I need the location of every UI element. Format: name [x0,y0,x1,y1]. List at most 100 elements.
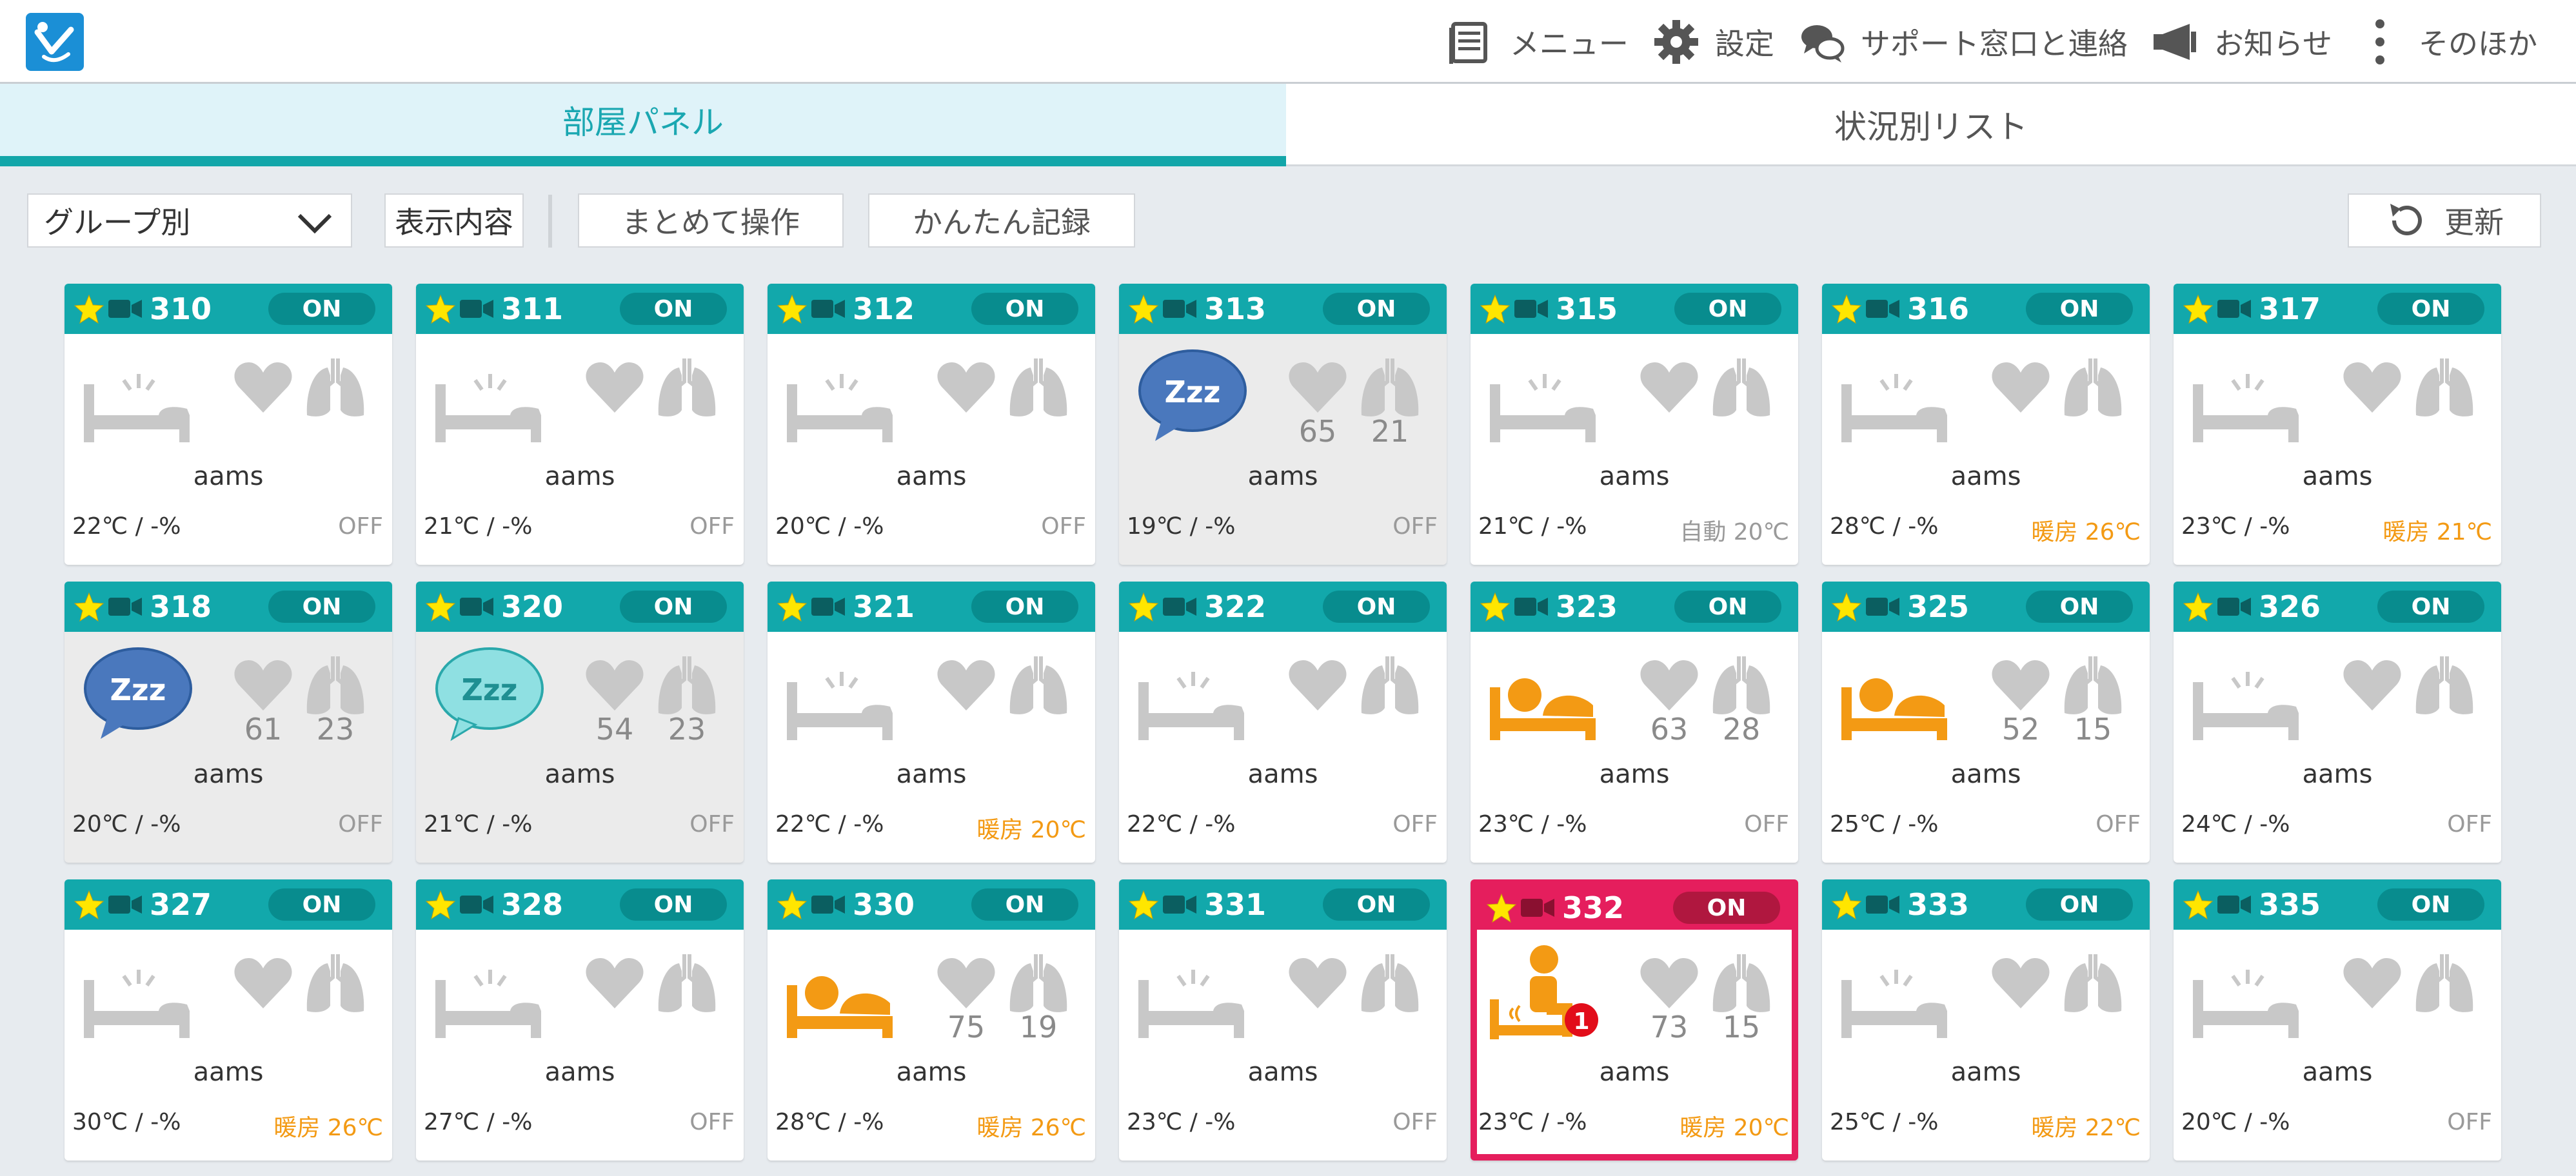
resident-name: aams [896,1057,967,1087]
nav-settings[interactable]: 設定 [1652,17,1774,66]
air-conditioner-status: OFF [689,811,735,838]
room-card-header: 325 ON [1822,582,2150,632]
room-card-327[interactable]: 327 ON aams 30℃ / -% 暖房 26℃ [64,879,392,1161]
room-card-311[interactable]: 311 ON aams 21℃ / -% OFF [416,284,744,565]
sensor-on-badge[interactable]: ON [1673,892,1780,924]
room-card-header: 330 ON [768,879,1095,930]
air-conditioner-status: OFF [338,513,383,540]
star-icon [777,294,807,324]
heart-icon [1640,958,1698,1008]
nav-support[interactable]: サポート窓口と連絡 [1798,17,2128,66]
sensor-on-badge[interactable]: ON [1674,293,1781,325]
room-card-310[interactable]: 310 ON aams 22℃ / -% OFF [64,284,392,565]
sensor-on-badge[interactable]: ON [2377,591,2484,623]
room-card-325[interactable]: 325 ON 52 15 aams 25℃ / -% OFF [1822,582,2150,863]
room-card-header: 332 ON [1477,886,1792,930]
sensor-on-badge[interactable]: ON [2026,591,2133,623]
room-card-316[interactable]: 316 ON aams 28℃ / -% 暖房 26℃ [1822,284,2150,565]
star-icon [425,592,456,622]
quick-record-button[interactable]: かんたん記録 [868,193,1135,248]
sensor-on-badge[interactable]: ON [268,591,375,623]
air-conditioner-status: OFF [689,1109,735,1135]
tab-status-list[interactable]: 状況別リスト [1286,84,2576,166]
tab-room-panel[interactable]: 部屋パネル [0,84,1286,166]
room-temperature: 21℃ / -% [1478,513,1587,540]
heart-icon [1992,660,2050,710]
sensor-on-badge[interactable]: ON [971,591,1078,623]
room-temperature: 23℃ / -% [1478,811,1587,838]
sensor-on-badge[interactable]: ON [1323,293,1430,325]
app-logo-icon[interactable] [26,13,84,71]
star-icon [74,890,104,920]
sensor-on-badge[interactable]: ON [2026,888,2133,921]
sensor-on-badge[interactable]: ON [971,888,1078,921]
refresh-button[interactable]: 更新 [2348,193,2541,248]
star-icon [74,592,104,622]
sensor-on-badge[interactable]: ON [1323,888,1430,921]
room-card-330[interactable]: 330 ON 75 19 aams 28℃ / -% 暖房 26℃ [768,879,1095,1161]
heart-icon [1992,958,2050,1008]
room-card-317[interactable]: 317 ON aams 23℃ / -% 暖房 21℃ [2174,284,2501,565]
sensor-on-badge[interactable]: ON [1674,591,1781,623]
room-card-header: 323 ON [1471,582,1798,632]
nav-news[interactable]: お知らせ [2151,17,2332,66]
room-number: 327 [150,887,212,922]
room-card-header: 335 ON [2174,879,2501,930]
lungs-icon [1361,954,1419,1012]
svg-text:Zzz: Zzz [1165,375,1221,409]
room-card-318[interactable]: 318 ON Zzz 61 23 aams 20℃ / -% OFF [64,582,392,863]
star-icon [1486,893,1517,923]
heart-icon [1640,660,1698,710]
bulk-operation-button[interactable]: まとめて操作 [578,193,844,248]
lungs-icon [2064,656,2122,714]
room-card-331[interactable]: 331 ON aams 23℃ / -% OFF [1119,879,1447,1161]
room-card-321[interactable]: 321 ON aams 22℃ / -% 暖房 20℃ [768,582,1095,863]
room-card-312[interactable]: 312 ON aams 20℃ / -% OFF [768,284,1095,565]
room-card-323[interactable]: 323 ON 63 28 aams 23℃ / -% OFF [1471,582,1798,863]
sensor-on-badge[interactable]: ON [268,888,375,921]
star-icon [1831,890,1862,920]
room-card-322[interactable]: 322 ON aams 22℃ / -% OFF [1119,582,1447,863]
room-card-328[interactable]: 328 ON aams 27℃ / -% OFF [416,879,744,1161]
sensor-on-badge[interactable]: ON [1323,591,1430,623]
nav-other[interactable]: そのほか [2355,17,2537,66]
sensor-on-badge[interactable]: ON [2026,293,2133,325]
sensor-on-badge[interactable]: ON [2377,888,2484,921]
chevron-down-icon [297,213,332,234]
star-icon [2183,294,2214,324]
room-card-313[interactable]: 313 ON Zzz 65 21 aams 19℃ / -% OFF [1119,284,1447,565]
sensor-on-badge[interactable]: ON [620,591,727,623]
sensor-on-badge[interactable]: ON [2377,293,2484,325]
view-tabs: 部屋パネル 状況別リスト [0,84,2576,166]
resident-name: aams [1950,760,2021,789]
sensor-on-badge[interactable]: ON [620,293,727,325]
nav-menu[interactable]: メニュー [1447,17,1629,66]
room-card-315[interactable]: 315 ON aams 21℃ / -% 自動 20℃ [1471,284,1798,565]
sensor-on-badge[interactable]: ON [971,293,1078,325]
resident-name: aams [1950,462,2021,491]
nav-settings-label: 設定 [1714,26,1774,61]
room-temperature: 25℃ / -% [1830,1109,1939,1135]
room-card-333[interactable]: 333 ON aams 25℃ / -% 暖房 22℃ [1822,879,2150,1161]
heart-rate-value: 73 [1650,1010,1689,1044]
room-card-320[interactable]: 320 ON Zzz 54 23 aams 21℃ / -% OFF [416,582,744,863]
lungs-icon [658,358,716,416]
sensor-on-badge[interactable]: ON [620,888,727,921]
room-card-332[interactable]: 332 ON 1 73 15 aams 23℃ / -% 暖房 20℃ [1471,879,1798,1161]
room-temperature: 23℃ / -% [1478,1109,1587,1135]
room-card-335[interactable]: 335 ON aams 20℃ / -% OFF [2174,879,2501,1161]
lungs-icon [658,656,716,714]
lungs-icon [1361,656,1419,714]
star-icon [1128,592,1159,622]
sensor-on-badge[interactable]: ON [268,293,375,325]
group-select[interactable]: グループ別 [27,193,352,248]
room-card-header: 312 ON [768,284,1095,334]
camera-icon [108,598,142,616]
respiration-rate-value: 28 [1722,712,1761,747]
room-temperature: 30℃ / -% [72,1109,181,1135]
alert-count-badge: 1 [1573,1008,1589,1035]
room-number: 310 [150,291,212,326]
camera-icon [2217,896,2251,914]
room-card-326[interactable]: 326 ON aams 24℃ / -% OFF [2174,582,2501,863]
display-content-button[interactable]: 表示内容 [384,193,524,248]
